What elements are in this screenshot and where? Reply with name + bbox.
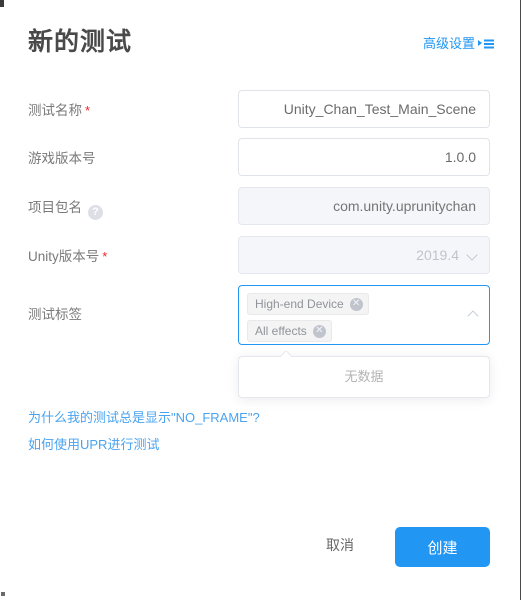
test-name-input[interactable] xyxy=(238,90,490,128)
unity-version-select-wrap xyxy=(238,236,490,274)
label-game-version-text: 游戏版本号 xyxy=(28,151,96,166)
game-version-input[interactable] xyxy=(238,138,490,176)
form-row-unity-version: Unity版本号 * xyxy=(0,236,521,284)
advanced-settings-link[interactable]: 高级设置 xyxy=(423,35,494,53)
tag-chip[interactable]: All effects ✕ xyxy=(247,320,332,342)
unity-version-select xyxy=(238,236,490,274)
chip-row: All effects ✕ xyxy=(245,318,483,345)
label-unity-version-text: Unity版本号 xyxy=(28,249,100,264)
dropdown-arrow xyxy=(281,351,292,357)
close-icon[interactable]: ✕ xyxy=(349,297,363,311)
dialog-header: 新的测试 高级设置 xyxy=(28,24,494,64)
create-button[interactable]: 创建 xyxy=(395,527,490,567)
tag-chip[interactable]: High-end Device ✕ xyxy=(247,293,369,315)
close-icon[interactable]: ✕ xyxy=(312,324,326,338)
label-test-tags-text: 测试标签 xyxy=(28,307,82,322)
advanced-settings-label: 高级设置 xyxy=(422,36,475,51)
test-tags-multiselect[interactable]: High-end Device ✕ All effects ✕ xyxy=(238,285,490,345)
help-link-no-frame[interactable]: 为什么我的测试总是显示"NO_FRAME"? xyxy=(28,409,260,427)
package-name-input xyxy=(238,187,490,225)
new-test-dialog: 新的测试 高级设置 测试名称* 游戏版本号 项目包 xyxy=(0,0,521,600)
page-title: 新的测试 xyxy=(28,28,133,56)
label-unity-version: Unity版本号 * xyxy=(28,247,107,267)
tags-dropdown-panel: 无数据 xyxy=(238,356,490,398)
label-game-version: 游戏版本号 xyxy=(28,149,96,169)
label-package-name-text: 项目包名 xyxy=(28,200,82,215)
form-row-test-name: 测试名称 * xyxy=(0,90,521,138)
required-marker: * xyxy=(102,249,108,264)
dropdown-empty-text: 无数据 xyxy=(344,369,384,384)
form-row-game-version: 游戏版本号 xyxy=(0,138,521,186)
window-corner-artifact-bottom xyxy=(1,592,5,596)
form-row-package-name: 项目包名? xyxy=(0,187,521,235)
help-icon[interactable]: ? xyxy=(88,205,103,220)
label-test-name-text: 测试名称 xyxy=(28,103,82,118)
indent-list-icon xyxy=(478,38,494,50)
window-corner-artifact xyxy=(0,0,4,7)
label-test-name: 测试名称 * xyxy=(28,101,90,121)
required-marker: * xyxy=(85,103,91,118)
cancel-button[interactable]: 取消 xyxy=(314,527,366,563)
chip-row: High-end Device ✕ xyxy=(245,291,483,318)
label-package-name: 项目包名? xyxy=(28,198,103,220)
label-test-tags: 测试标签 xyxy=(28,305,82,325)
help-link-how-to-use-upr[interactable]: 如何使用UPR进行测试 xyxy=(28,436,159,454)
